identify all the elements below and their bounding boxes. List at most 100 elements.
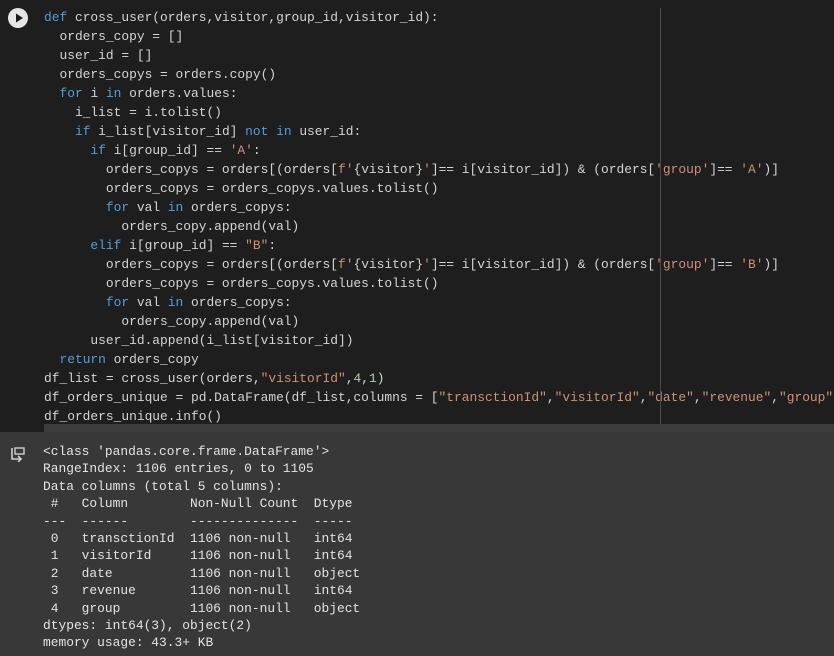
code-token: i[group_id] ==	[121, 238, 246, 253]
code-token: f'	[337, 162, 354, 177]
output-line: RangeIndex: 1106 entries, 0 to 1105	[43, 461, 314, 477]
code-token: orders_copys = orders_copys.values.tolis…	[44, 276, 439, 291]
code-token: f'	[337, 257, 354, 272]
code-token: in	[167, 200, 184, 215]
code-token: orders_copys:	[183, 295, 292, 310]
code-token: 1	[368, 371, 377, 386]
line-length-ruler	[660, 8, 661, 432]
code-token: ]==	[709, 162, 741, 177]
code-token: i_list = i.tolist()	[44, 105, 222, 120]
code-token: orders_copy.append(val)	[44, 314, 300, 329]
code-token: )]	[763, 162, 779, 177]
code-token: "revenue"	[701, 390, 772, 405]
code-line: if i_list[visitor_id] not in user_id:	[44, 122, 834, 141]
play-icon	[16, 13, 23, 23]
code-token: :	[268, 238, 277, 253]
output-line: 2 date 1106 non-null object	[43, 565, 361, 581]
code-token: elif	[90, 238, 122, 253]
code-token: orders_copys:	[183, 200, 292, 215]
output-text: <class 'pandas.core.frame.DataFrame'> Ran…	[43, 443, 360, 652]
code-token: orders_copy.append(val)	[44, 219, 300, 234]
code-token: orders_copys = orders_copys.values.tolis…	[44, 181, 439, 196]
code-line: i_list = i.tolist()	[44, 103, 834, 122]
code-token: i_list[visitor_id]	[90, 124, 246, 139]
code-token: not in	[245, 124, 292, 139]
code-line: orders_copys = orders.copy()	[44, 65, 834, 84]
output-line: --- ------ -------------- -----	[43, 513, 361, 529]
code-token: "group"	[778, 390, 834, 405]
code-token: val	[129, 200, 168, 215]
code-token: ]== i[visitor_id]) & (orders[	[430, 257, 656, 272]
horizontal-scrollbar[interactable]	[44, 424, 834, 432]
code-token: orders.values:	[121, 86, 238, 101]
cell-gutter	[0, 0, 36, 432]
code-line: user_id.append(i_list[visitor_id])	[44, 331, 834, 350]
code-token: for	[59, 86, 83, 101]
code-token: )]	[763, 257, 779, 272]
code-token: user_id = []	[44, 48, 153, 63]
code-line: orders_copys = orders[(orders[f'{visitor…	[44, 160, 834, 179]
code-token: 'A'	[740, 162, 764, 177]
code-token: df_list = cross_user(orders,	[44, 371, 261, 386]
code-token: i[group_id] ==	[105, 143, 230, 158]
code-token: orders_copys = orders[(orders[	[44, 257, 338, 272]
code-token: "transctionId"	[438, 390, 547, 405]
output-line: dtypes: int64(3), object(2)	[43, 618, 252, 634]
output-line: 4 group 1106 non-null object	[43, 600, 361, 616]
code-token: ,	[771, 390, 779, 405]
output-arrow-icon[interactable]	[10, 446, 28, 462]
code-token: orders_copy = []	[44, 29, 184, 44]
code-token: "B"	[245, 238, 269, 253]
code-token: if	[74, 124, 91, 139]
code-line: orders_copys = orders_copys.values.tolis…	[44, 179, 834, 198]
code-token: ]==	[709, 257, 741, 272]
code-token: if	[90, 143, 106, 158]
code-line: df_list = cross_user(orders,"visitorId",…	[44, 369, 834, 388]
cell-output: <class 'pandas.core.frame.DataFrame'> Ran…	[0, 432, 834, 656]
code-line: orders_copy = []	[44, 27, 834, 46]
code-token: cross_user(orders,visitor,group_id,visit…	[67, 10, 439, 25]
code-token: 'A'	[229, 143, 253, 158]
run-cell-button[interactable]	[8, 8, 28, 28]
code-token: for	[105, 295, 130, 310]
code-line: elif i[group_id] == "B":	[44, 236, 834, 255]
code-token: {visitor}	[353, 162, 424, 177]
code-line: for val in orders_copys:	[44, 198, 834, 217]
code-token: df_orders_unique.info()	[44, 409, 222, 424]
code-token: "date"	[647, 390, 694, 405]
code-editor[interactable]: def cross_user(orders,visitor,group_id,v…	[44, 8, 834, 426]
code-line: user_id = []	[44, 46, 834, 65]
code-token: "visitorId"	[260, 371, 346, 386]
code-token: user_id:	[291, 124, 362, 139]
code-token: )	[376, 371, 385, 386]
code-line: for i in orders.values:	[44, 84, 834, 103]
code-line: return orders_copy	[44, 350, 834, 369]
code-cell[interactable]: def cross_user(orders,visitor,group_id,v…	[0, 0, 834, 432]
code-token: def	[44, 10, 68, 25]
code-line: orders_copy.append(val)	[44, 312, 834, 331]
code-line: orders_copys = orders[(orders[f'{visitor…	[44, 255, 834, 274]
code-token: "visitorId"	[554, 390, 640, 405]
code-token: df_orders_unique = pd.DataFrame(df_list,…	[44, 390, 439, 405]
output-line: # Column Non-Null Count Dtype	[43, 496, 361, 512]
code-token: orders_copys = orders[(orders[	[44, 162, 338, 177]
code-token: i	[82, 86, 106, 101]
code-token: in	[105, 86, 122, 101]
code-token: for	[105, 200, 130, 215]
output-line: memory usage: 43.3+ KB	[43, 635, 214, 651]
code-token: 'group'	[655, 162, 710, 177]
output-line: <class 'pandas.core.frame.DataFrame'>	[43, 444, 330, 459]
code-token: orders_copys = orders.copy()	[44, 67, 277, 82]
code-token: {visitor}	[353, 257, 424, 272]
code-token: 'group'	[655, 257, 710, 272]
code-token: ,	[361, 371, 369, 386]
code-token: ]== i[visitor_id]) & (orders[	[430, 162, 656, 177]
output-line: 1 visitorId 1106 non-null int64	[43, 548, 361, 564]
code-token: user_id.append(i_list[visitor_id])	[44, 333, 354, 348]
code-token: orders_copy	[105, 352, 199, 367]
